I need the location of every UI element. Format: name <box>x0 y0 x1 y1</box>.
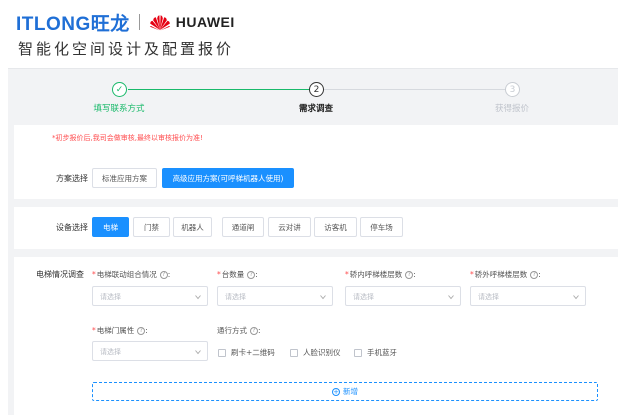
field-label-pass-mode: 通行方式?: <box>217 326 261 335</box>
select-placeholder: 请选择 <box>353 293 374 301</box>
notice-text: *初步报价后,我司会做审核,最终以审核报价为准! <box>52 134 203 142</box>
checkbox-box[interactable] <box>218 348 226 357</box>
elevator-card: 电梯情况调查 *电梯联动组合情况?: *台数量?: *轿内呼梯楼层数?: *轿外… <box>14 257 618 415</box>
field-label-outer-floors: *轿外呼梯楼层数?: <box>470 270 541 279</box>
plan-option-standard[interactable]: 标准应用方案 <box>92 168 157 188</box>
chevron-down-icon <box>448 295 454 300</box>
device-tab-intercom[interactable]: 云对讲 <box>268 217 311 237</box>
door-select[interactable]: 请选择 <box>92 341 208 361</box>
step-3-label: 获得报价 <box>494 104 530 114</box>
device-card: 设备选择 电梯 门禁 机器人 通道闸 云对讲 访客机 停车场 <box>14 207 618 249</box>
count-select[interactable]: 请选择 <box>217 286 333 306</box>
field-label-count: *台数量?: <box>217 270 258 279</box>
step-connector <box>324 89 510 90</box>
step-connector <box>128 89 314 90</box>
inner-floors-select[interactable]: 请选择 <box>345 286 461 306</box>
brand-logos: ITLONG旺龙 HUAWEI <box>16 12 235 35</box>
linkage-select[interactable]: 请选择 <box>92 286 208 306</box>
logo-divider <box>138 14 140 30</box>
field-label-inner-floors: *轿内呼梯楼层数?: <box>345 270 416 279</box>
header: ITLONG旺龙 HUAWEI 智能化空间设计及配置报价 <box>0 0 624 64</box>
plan-label: 方案选择 <box>56 174 88 183</box>
select-placeholder: 请选择 <box>100 293 121 301</box>
device-tab-gate[interactable]: 通道闸 <box>222 217 264 237</box>
select-placeholder: 请选择 <box>100 348 121 356</box>
checkbox-card-qr[interactable]: 刷卡+二维码 <box>218 347 275 358</box>
plus-icon: + <box>332 387 340 396</box>
add-button[interactable]: + 新增 <box>92 382 598 401</box>
huawei-wordmark: HUAWEI <box>175 14 235 30</box>
step-1-label: 填写联系方式 <box>93 104 145 114</box>
device-tab-elevator[interactable]: 电梯 <box>92 217 129 237</box>
chevron-down-icon <box>573 295 579 300</box>
step-3-marker: 3 <box>505 82 520 97</box>
progress-steps: ✓ 填写联系方式 2 需求调查 3 获得报价 <box>8 69 618 119</box>
device-tab-robot[interactable]: 机器人 <box>173 217 212 237</box>
checkbox-face[interactable]: 人脸识别仪 <box>290 347 341 358</box>
elevator-section-label: 电梯情况调查 <box>36 270 84 279</box>
checkbox-box[interactable] <box>290 348 298 357</box>
itlong-logo: ITLONG旺龙 <box>16 13 130 35</box>
page-title: 智能化空间设计及配置报价 <box>18 40 235 58</box>
huawei-logo-icon <box>149 14 170 30</box>
main-panel: ✓ 填写联系方式 2 需求调查 3 获得报价 *初步报价后,我司会做审核,最终以… <box>8 68 618 415</box>
field-label-door: *电梯门属性?: <box>92 326 148 335</box>
checkbox-box[interactable] <box>354 348 362 357</box>
device-label: 设备选择 <box>56 223 88 232</box>
help-icon: ? <box>159 271 168 279</box>
field-label-linkage: *电梯联动组合情况?: <box>92 270 171 279</box>
select-placeholder: 请选择 <box>225 293 246 301</box>
device-tab-access[interactable]: 门禁 <box>133 217 170 237</box>
help-icon: ? <box>250 327 258 335</box>
device-tab-visitor[interactable]: 访客机 <box>314 217 357 237</box>
plan-option-advanced[interactable]: 高级应用方案(可呼梯机器人使用) <box>162 168 294 188</box>
step-2-label: 需求调查 <box>298 104 334 114</box>
step-1-check-icon: ✓ <box>112 82 127 97</box>
select-placeholder: 请选择 <box>478 293 499 301</box>
device-tab-parking[interactable]: 停车场 <box>360 217 403 237</box>
outer-floors-select[interactable]: 请选择 <box>470 286 586 306</box>
step-2-marker: 2 <box>309 82 324 97</box>
checkbox-bluetooth[interactable]: 手机蓝牙 <box>354 347 397 358</box>
plan-card: *初步报价后,我司会做审核,最终以审核报价为准! 方案选择 标准应用方案 高级应… <box>14 125 618 199</box>
chevron-down-icon <box>320 295 326 300</box>
chevron-down-icon <box>195 295 201 300</box>
chevron-down-icon <box>195 350 201 355</box>
